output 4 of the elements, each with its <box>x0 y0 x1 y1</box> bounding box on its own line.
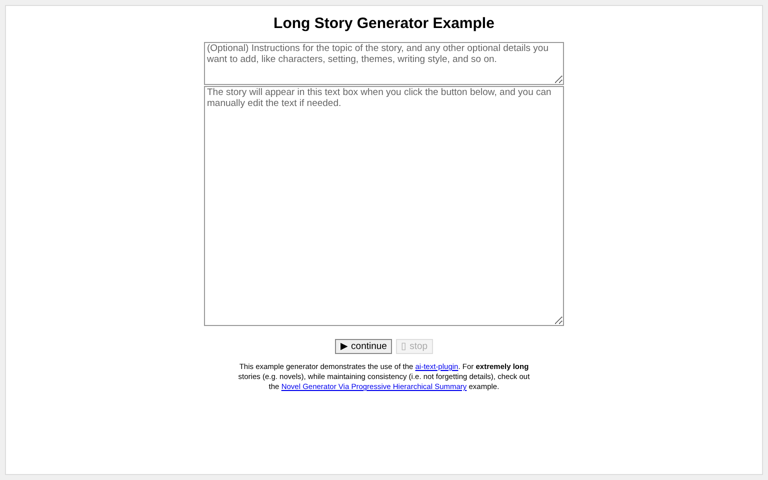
story-field[interactable]: The story will appear in this text box when you click the button below, and you can manually edit the text if needed. <box>204 86 564 326</box>
continue-button[interactable]: ▶ continue <box>335 339 392 354</box>
page-title: Long Story Generator Example <box>274 15 494 33</box>
instructions-field[interactable]: (Optional) Instructions for the topic of the story, and any other optional details you want to add, like characters, setting, themes, writing style, and so on. <box>204 42 564 85</box>
